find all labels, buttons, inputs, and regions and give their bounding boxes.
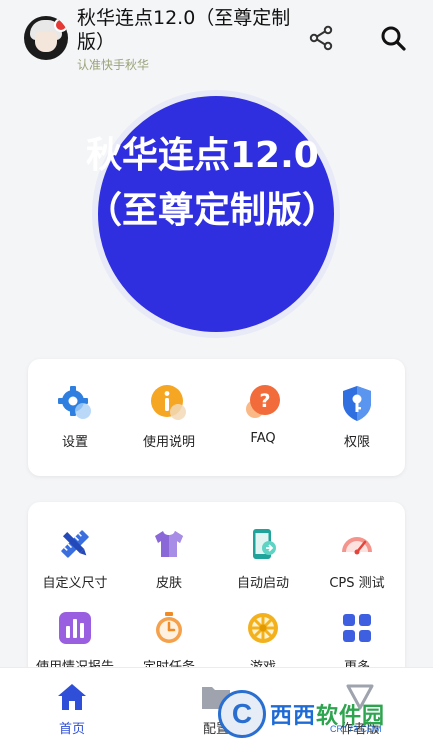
page-title: 秋华连点12.0（至尊定制版） [77, 7, 291, 53]
share-button[interactable] [305, 22, 337, 54]
bar-chart-icon [59, 612, 91, 644]
nav-home[interactable]: 首页 [22, 682, 122, 737]
instructions-button[interactable]: 使用说明 [122, 383, 216, 450]
faq-label: FAQ [250, 431, 276, 446]
home-icon [58, 684, 86, 710]
scheduled-task-button[interactable]: 定时任务 [122, 608, 216, 675]
banner-text: 秋华连点12.0（至尊定制版） [86, 135, 326, 231]
cps-test-label: CPS 测试 [329, 576, 385, 591]
auto-start-label: 自动启动 [236, 576, 289, 591]
wheel-icon [248, 613, 278, 643]
avatar[interactable] [24, 16, 68, 60]
custom-size-label: 自定义尺寸 [42, 576, 108, 591]
more-button[interactable]: 更多 [310, 608, 404, 675]
tshirt-icon [155, 531, 183, 557]
settings-label: 设置 [61, 435, 88, 450]
app-header: 秋华连点12.0（至尊定制版） 认准快手秋华 [0, 0, 433, 78]
permissions-label: 权限 [343, 435, 370, 450]
phone-link-icon [253, 529, 276, 559]
permissions-button[interactable]: 权限 [310, 383, 404, 450]
shield-key-icon [343, 386, 371, 421]
gear-icon [58, 386, 91, 419]
quick-menu-card: 设置 使用说明 ? FAQ 权限 [28, 359, 405, 476]
speedometer-icon [342, 537, 372, 555]
stopwatch-icon [156, 612, 182, 643]
usage-report-button[interactable]: 使用情况报告 [28, 608, 122, 675]
instructions-label: 使用说明 [142, 435, 195, 450]
settings-button[interactable]: 设置 [28, 383, 122, 450]
grid-icon [343, 614, 371, 642]
notification-dot [54, 18, 68, 32]
search-icon [381, 26, 406, 51]
auto-start-button[interactable]: 自动启动 [216, 524, 310, 591]
skin-button[interactable]: 皮肤 [122, 524, 216, 591]
question-icon: ? [246, 385, 280, 418]
svg-text:?: ? [259, 390, 270, 412]
cps-test-button[interactable]: CPS 测试 [310, 524, 404, 591]
banner: 秋华连点12.0（至尊定制版） [0, 90, 433, 340]
info-icon [151, 385, 186, 420]
site-watermark: C 西西软件园 CR173.COM [218, 688, 418, 740]
nav-home-label: 首页 [58, 722, 85, 737]
search-button[interactable] [377, 22, 409, 54]
watermark-logo: C [218, 690, 266, 738]
faq-button[interactable]: ? FAQ [216, 383, 310, 446]
games-button[interactable]: 游戏 [216, 608, 310, 675]
share-icon [309, 25, 333, 51]
ruler-pencil-icon [61, 530, 89, 558]
watermark-text-1: 西西 [270, 704, 317, 729]
tools-card: 自定义尺寸 皮肤 自动启动 CPS 测试 [28, 502, 405, 675]
page-subtitle: 认准快手秋华 [77, 58, 150, 72]
watermark-url: CR173.COM [330, 724, 382, 734]
custom-size-button[interactable]: 自定义尺寸 [28, 524, 122, 591]
skin-label: 皮肤 [155, 576, 182, 591]
